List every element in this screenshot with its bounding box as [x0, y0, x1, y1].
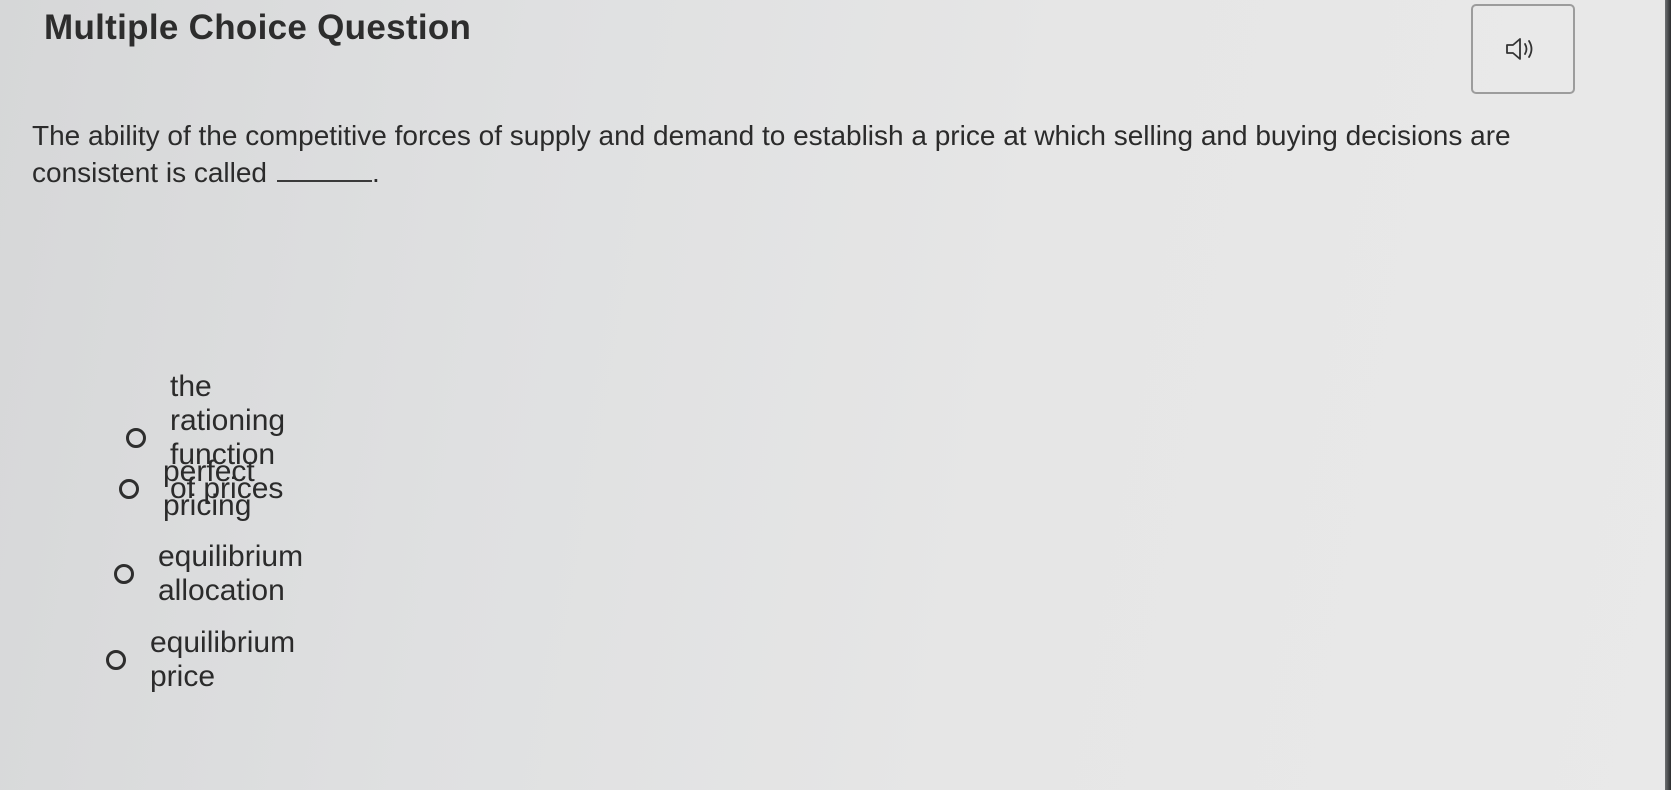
- question-type-heading: Multiple Choice Question: [44, 8, 472, 47]
- radio-button[interactable]: [119, 479, 139, 499]
- radio-button[interactable]: [114, 564, 134, 584]
- blank-suffix: .: [372, 157, 380, 188]
- option-equilibrium-allocation[interactable]: equilibrium allocation: [114, 540, 303, 608]
- read-aloud-button[interactable]: [1471, 4, 1575, 94]
- speaker-icon: [1506, 38, 1533, 60]
- screen-edge: [1665, 0, 1671, 790]
- radio-button[interactable]: [126, 428, 146, 448]
- answer-blank: [277, 154, 373, 182]
- option-equilibrium-price[interactable]: equilibrium price: [106, 626, 295, 694]
- option-label: equilibrium price: [150, 626, 296, 693]
- radio-button[interactable]: [106, 650, 126, 670]
- option-label: perfect pricing: [163, 455, 255, 522]
- option-perfect-pricing[interactable]: perfect pricing: [119, 455, 255, 523]
- question-text: The ability of the competitive forces of…: [32, 120, 1511, 188]
- option-label: equilibrium allocation: [158, 540, 304, 607]
- question-prompt: The ability of the competitive forces of…: [32, 118, 1592, 191]
